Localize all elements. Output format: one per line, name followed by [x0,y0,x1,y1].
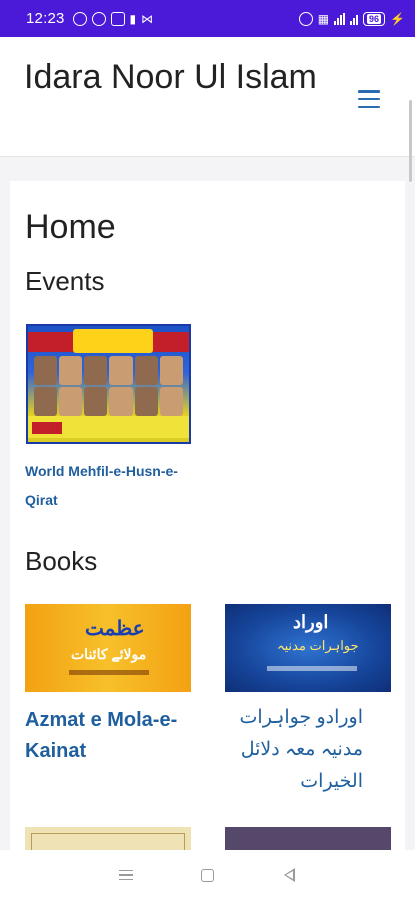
hamburger-line [358,97,380,101]
back-icon [283,868,295,882]
site-header: Idara Noor Ul Islam [0,37,415,157]
cover-decoration [267,666,357,671]
books-heading: Books [25,546,98,576]
home-button[interactable] [192,860,222,890]
cover-decoration [69,670,149,675]
notification-icons: ▮ ⋈ [72,11,154,26]
scrollbar[interactable] [409,100,412,182]
facebook-icon [91,11,106,26]
status-time: 12:23 [26,10,65,27]
book-title-link-aurad[interactable]: اورادو جواہرات مدنیہ معہ دلائل الخیرات [223,702,363,798]
notification-icon: ▮ [129,11,137,26]
volte-icon: ▦ [317,11,330,26]
signal-icon [334,12,346,25]
back-button[interactable] [274,860,304,890]
recent-apps-icon [118,869,133,881]
book-title-link-azmat[interactable]: Azmat e Mola-e-Kainat [25,705,200,767]
battery-level: 96 [367,13,382,24]
book-cover-azmat[interactable]: عظمت مولائے کائنات [25,604,191,692]
bowtie-icon: ⋈ [141,11,154,26]
battery-icon: 96 [363,11,386,26]
alarm-icon [298,11,313,26]
cover-subtitle: جواہرات مدنیہ [277,638,359,653]
signal-icon-2 [350,13,359,25]
status-bar: 12:23 ▮ ⋈ ▦ 96 ⚡ [0,0,415,37]
cover-title: اوراد [293,612,329,632]
event-title-link[interactable]: World Mehfil-e-Husn-e-Qirat [25,457,195,515]
event-poster-image[interactable] [26,324,191,444]
home-icon [200,868,214,882]
hamburger-menu-icon[interactable] [358,90,380,108]
hamburger-line [358,90,380,93]
page-title: Home [25,208,116,246]
youtube-icon [110,11,125,26]
system-nav-bar [0,850,415,900]
hamburger-line [358,105,380,108]
poster-footer-badge [32,422,62,434]
cover-title: عظمت [85,618,145,640]
whatsapp-icon [72,11,87,26]
cover-subtitle: مولائے کائنات [71,646,147,662]
main-content: Home Events World Mehfil-e-Husn-e-Qirat … [10,181,405,881]
poster-portraits [34,356,183,416]
poster-title-block [73,329,153,353]
recent-apps-button[interactable] [111,860,141,890]
events-heading: Events [25,266,105,296]
book-cover-aurad[interactable]: اوراد جواہرات مدنیہ [225,604,391,692]
system-icons: ▦ 96 ⚡ [298,11,405,26]
charging-icon: ⚡ [390,11,405,26]
site-title[interactable]: Idara Noor Ul Islam [24,56,324,99]
